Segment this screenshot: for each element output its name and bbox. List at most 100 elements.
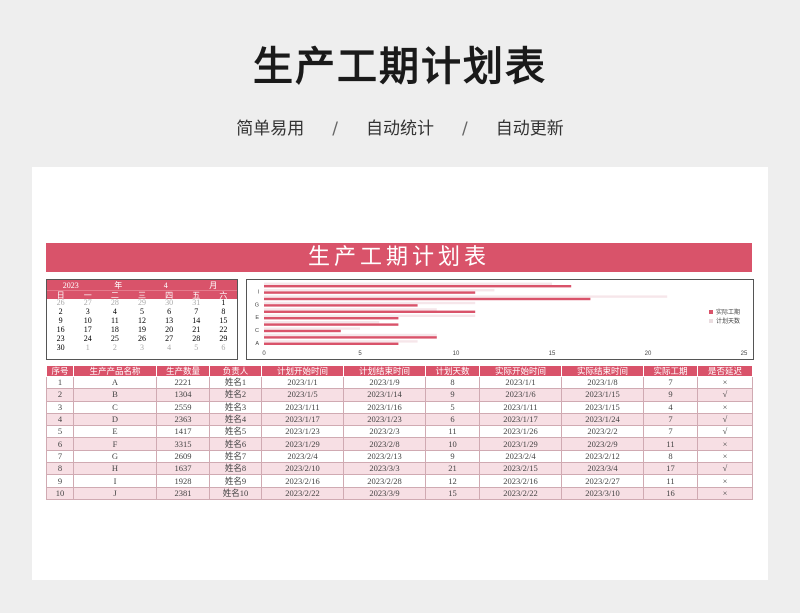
table-cell[interactable]: 2023/2/22 [479, 486, 562, 500]
table-cell[interactable]: B [73, 388, 157, 402]
table-cell[interactable]: 11 [425, 425, 480, 439]
calendar-day[interactable]: 2 [101, 343, 128, 353]
table-cell[interactable]: 2221 [156, 375, 210, 390]
table-row[interactable]: 10 J 2381 姓名10 2023/2/22 2023/3/9 15 2023/2/22 2… [46, 486, 753, 500]
table-cell[interactable]: × [697, 474, 753, 488]
table-cell[interactable]: 2023/2/15 [479, 462, 562, 476]
table-row[interactable]: 9 I 1928 姓名9 2023/2/16 2023/2/28 12 2023/2/16 20… [46, 474, 753, 488]
table-row[interactable]: 4 D 2363 姓名4 2023/1/17 2023/1/23 6 2023/1/17 202… [46, 412, 753, 427]
table-cell[interactable]: H [73, 462, 157, 476]
table-cell[interactable]: 姓名5 [209, 425, 262, 439]
table-cell[interactable]: 1304 [156, 388, 210, 402]
table-cell[interactable]: 2023/1/23 [261, 425, 344, 439]
table-cell[interactable]: 2023/2/4 [261, 449, 344, 464]
table-cell[interactable]: 7 [643, 375, 698, 390]
table-cell[interactable]: 姓名8 [209, 462, 262, 476]
table-cell[interactable]: 2023/2/2 [561, 425, 644, 439]
table-cell[interactable]: 姓名10 [209, 486, 262, 500]
table-cell[interactable]: I [73, 474, 157, 488]
table-cell[interactable]: 7 [46, 449, 74, 464]
table-cell[interactable]: 2023/2/9 [561, 437, 644, 451]
table-row[interactable]: 2 B 1304 姓名2 2023/1/5 2023/1/14 9 2023/1/6 2023/… [46, 388, 753, 402]
calendar-day[interactable]: 3 [128, 343, 155, 353]
table-cell[interactable]: 2023/1/8 [561, 375, 644, 390]
table-cell[interactable]: × [697, 375, 753, 390]
table-cell[interactable]: × [697, 437, 753, 451]
table-cell[interactable]: 11 [643, 437, 698, 451]
table-cell[interactable]: 5 [46, 425, 74, 439]
column-header[interactable]: 计划结束时间 [343, 365, 426, 377]
table-cell[interactable]: G [73, 449, 157, 464]
table-cell[interactable]: 8 [46, 462, 74, 476]
table-cell[interactable]: 2023/2/8 [343, 437, 426, 451]
table-cell[interactable]: 2023/3/10 [561, 486, 644, 500]
table-cell[interactable]: 2023/3/4 [561, 462, 644, 476]
table-cell[interactable]: 2023/1/15 [561, 388, 644, 402]
column-header[interactable]: 实际结束时间 [561, 365, 644, 377]
table-cell[interactable]: 2023/1/16 [343, 400, 426, 414]
table-cell[interactable]: 2023/2/16 [479, 474, 562, 488]
table-cell[interactable]: C [73, 400, 157, 414]
table-cell[interactable]: × [697, 449, 753, 464]
calendar-month[interactable]: 4 [142, 281, 190, 290]
column-header[interactable]: 实际工期 [643, 365, 698, 377]
table-cell[interactable]: F [73, 437, 157, 451]
table-cell[interactable]: × [697, 486, 753, 500]
table-cell[interactable]: 10 [425, 437, 480, 451]
table-cell[interactable]: 1417 [156, 425, 210, 439]
table-row[interactable]: 6 F 3315 姓名6 2023/1/29 2023/2/8 10 2023/1/29 202… [46, 437, 753, 451]
table-cell[interactable]: 姓名7 [209, 449, 262, 464]
calendar-day[interactable]: 6 [210, 343, 237, 353]
column-header[interactable]: 计划天数 [425, 365, 480, 377]
table-cell[interactable]: 2023/2/28 [343, 474, 426, 488]
table-cell[interactable]: 2363 [156, 412, 210, 427]
table-cell[interactable]: 2023/1/17 [479, 412, 562, 427]
table-cell[interactable]: 4 [46, 412, 74, 427]
table-cell[interactable]: 2023/1/29 [479, 437, 562, 451]
column-header[interactable]: 实际开始时间 [479, 365, 562, 377]
table-cell[interactable]: 4 [643, 400, 698, 414]
table-cell[interactable]: 11 [643, 474, 698, 488]
table-cell[interactable]: 6 [425, 412, 480, 427]
column-header[interactable]: 计划开始时间 [261, 365, 344, 377]
table-cell[interactable]: 2023/1/6 [479, 388, 562, 402]
table-row[interactable]: 1 A 2221 姓名1 2023/1/1 2023/1/9 8 2023/1/1 2023/1… [46, 375, 753, 390]
table-cell[interactable]: 1928 [156, 474, 210, 488]
table-cell[interactable]: 2023/1/1 [261, 375, 344, 390]
table-cell[interactable]: 2023/1/1 [479, 375, 562, 390]
table-cell[interactable]: 2023/1/11 [479, 400, 562, 414]
table-cell[interactable]: 10 [46, 486, 74, 500]
table-cell[interactable]: 2023/2/3 [343, 425, 426, 439]
table-cell[interactable]: 2023/1/29 [261, 437, 344, 451]
table-cell[interactable]: √ [697, 388, 753, 402]
table-cell[interactable]: A [73, 375, 157, 390]
table-cell[interactable]: 9 [643, 388, 698, 402]
table-cell[interactable]: 9 [425, 449, 480, 464]
table-cell[interactable]: 2023/1/23 [343, 412, 426, 427]
table-cell[interactable]: 2023/1/5 [261, 388, 344, 402]
table-cell[interactable]: 1 [46, 375, 74, 390]
table-cell[interactable]: 21 [425, 462, 480, 476]
table-cell[interactable]: 2023/1/14 [343, 388, 426, 402]
table-cell[interactable]: 8 [643, 449, 698, 464]
table-cell[interactable]: 15 [425, 486, 480, 500]
table-cell[interactable]: 17 [643, 462, 698, 476]
table-cell[interactable]: 2023/1/15 [561, 400, 644, 414]
table-cell[interactable]: 2023/1/9 [343, 375, 426, 390]
calendar-year[interactable]: 2023 [47, 281, 95, 290]
column-header[interactable]: 是否延迟 [697, 365, 753, 377]
table-cell[interactable]: 2023/2/4 [479, 449, 562, 464]
table-cell[interactable]: 姓名6 [209, 437, 262, 451]
table-cell[interactable]: E [73, 425, 157, 439]
table-cell[interactable]: 姓名9 [209, 474, 262, 488]
column-header[interactable]: 生产产品名称 [73, 365, 157, 377]
table-cell[interactable]: 2023/1/26 [479, 425, 562, 439]
column-header[interactable]: 序号 [46, 365, 74, 377]
table-cell[interactable]: 5 [425, 400, 480, 414]
table-cell[interactable]: 2023/2/22 [261, 486, 344, 500]
table-cell[interactable]: 7 [643, 425, 698, 439]
table-cell[interactable]: 2609 [156, 449, 210, 464]
table-cell[interactable]: 2023/1/17 [261, 412, 344, 427]
table-cell[interactable]: 2 [46, 388, 74, 402]
table-cell[interactable]: 2381 [156, 486, 210, 500]
